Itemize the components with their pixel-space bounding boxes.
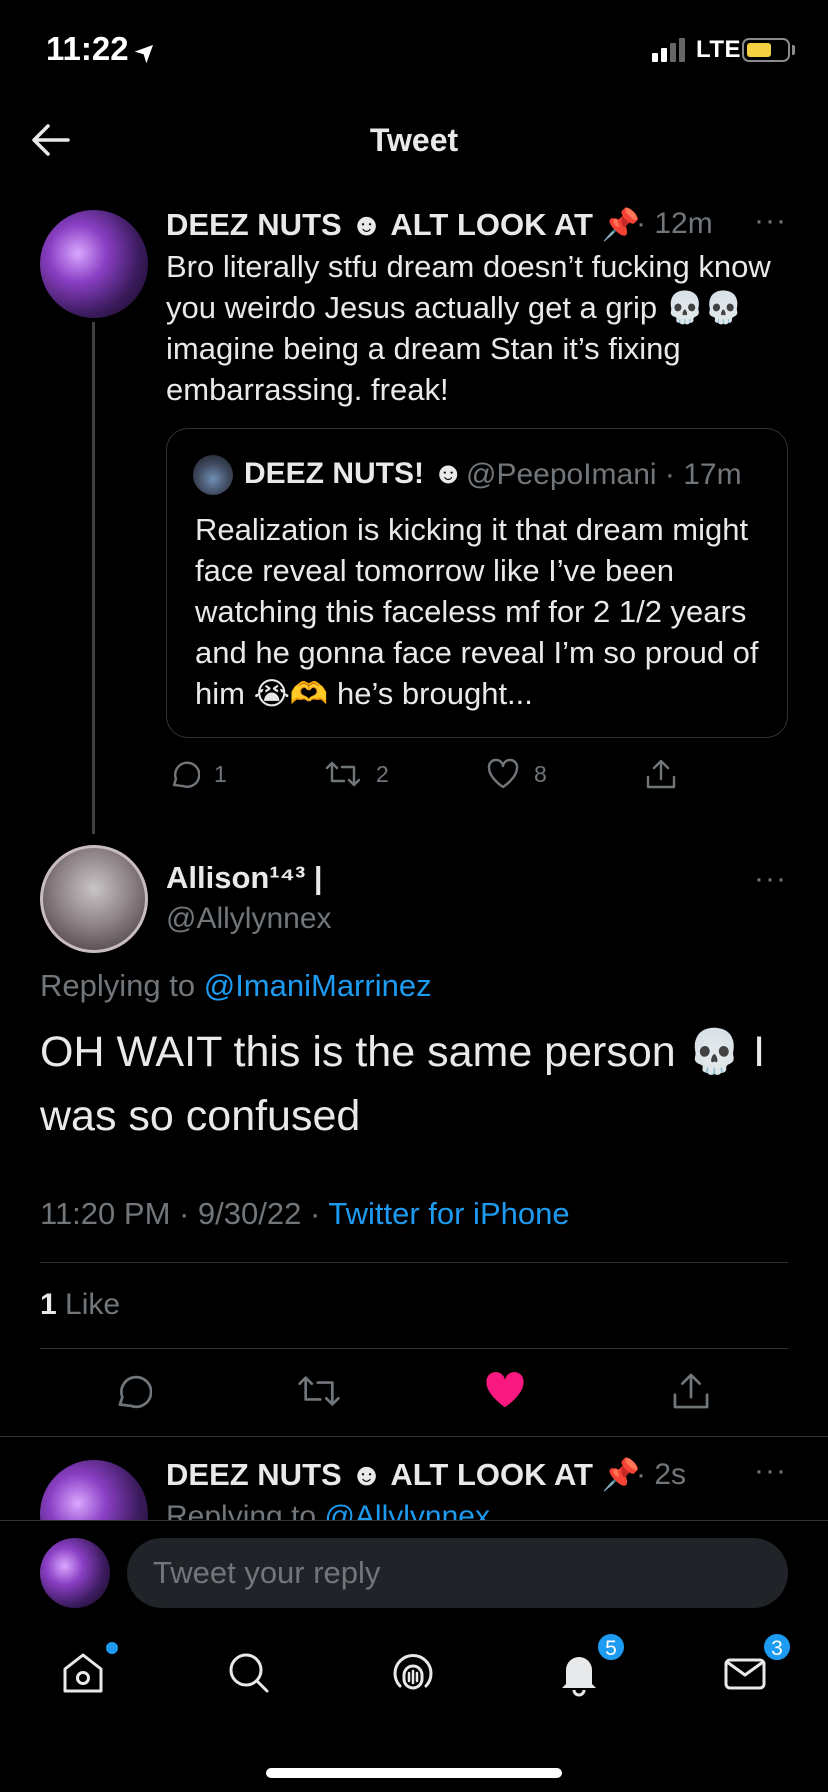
notifications-badge: 5 [596,1632,626,1662]
like-button[interactable]: 8 [486,752,547,796]
share-icon [646,759,676,789]
retweet-icon [325,761,361,787]
messages-badge: 3 [762,1632,792,1662]
source-link[interactable]: Twitter for iPhone [328,1196,569,1231]
reply-icon[interactable] [110,1370,160,1420]
author-handle[interactable]: @Allylynnex [166,902,332,936]
replying-prefix: Replying to [166,1500,317,1520]
more-icon[interactable]: ··· [754,204,787,238]
clock-text: 11:22 [46,30,129,67]
retweet-icon[interactable] [296,1370,346,1420]
author-name[interactable]: Allison¹⁴³ | [166,860,323,896]
notifications-icon[interactable]: 5 [554,1632,626,1704]
tweet-text: Bro literally stfu dream doesn’t fucking… [166,249,771,407]
tweet-actions: 1 2 8 [166,752,726,796]
retweet-button[interactable]: 2 [324,752,389,796]
home-icon[interactable] [58,1642,118,1704]
share-button[interactable] [644,752,678,796]
reply-button[interactable]: 1 [166,752,227,796]
home-indicator[interactable] [266,1768,562,1778]
tweet-time: · 2s [636,1458,687,1491]
tab-bar: 5 3 [0,1618,828,1792]
likes-label: Like [56,1288,121,1321]
reply-icon [172,761,200,788]
tweet-time: · 12m [636,207,713,240]
author-name[interactable]: DEEZ NUTS ☻ ALT LOOK AT 📌 [166,206,640,243]
quote-avatar [193,455,233,495]
battery-nub [792,45,795,55]
spaces-icon[interactable] [388,1648,444,1704]
replying-to: Replying to @ImaniMarrinez [40,968,432,1004]
quote-text: Realization is kicking it that dream mig… [195,512,759,711]
header: Tweet [0,100,828,180]
reply-input[interactable]: Tweet your reply [127,1538,788,1608]
home-notification-dot [106,1642,118,1654]
signal-icon [652,38,688,62]
divider [0,1436,828,1437]
like-count: 8 [534,760,547,787]
location-arrow-icon: ➤ [126,32,164,70]
network-label: LTE [696,36,742,63]
liked-heart-icon[interactable] [484,1370,534,1420]
tweet-text: OH WAIT this is the same person 💀 I was … [40,1028,766,1140]
divider [0,1520,828,1521]
divider [40,1348,788,1349]
messages-icon[interactable]: 3 [720,1632,792,1704]
quote-author-name: DEEZ NUTS! ☻ [244,457,464,490]
more-icon[interactable]: ··· [754,1454,787,1488]
author-name[interactable]: DEEZ NUTS ☻ ALT LOOK AT 📌 [166,1456,640,1493]
battery-icon [742,38,790,62]
share-icon[interactable] [670,1370,720,1420]
quote-handle-time: @PeepoImani · 17m [466,458,742,491]
replying-to: Replying to @Allylynnex [166,1500,490,1520]
reply-count: 1 [214,760,227,787]
avatar[interactable] [40,845,148,953]
heart-icon [487,758,519,789]
status-bar: 11:22➤ LTE [0,0,828,100]
quoted-tweet[interactable]: DEEZ NUTS! ☻ @PeepoImani · 17m Realizati… [166,428,788,738]
page-title: Tweet [369,122,459,158]
main-tweet-actions [0,1370,828,1420]
replying-handle-link[interactable]: @Allylynnex [324,1500,490,1520]
timestamp-text: 11:20 PM · 9/30/22 · [40,1196,329,1231]
avatar [40,1538,110,1608]
replying-handle-link[interactable]: @ImaniMarrinez [204,968,432,1003]
status-time: 11:22➤ [46,30,163,69]
thread-connector [92,322,95,834]
retweet-count: 2 [376,760,389,787]
more-icon[interactable]: ··· [754,862,787,896]
tweet-timestamp: 11:20 PM · 9/30/22 · Twitter for iPhone [40,1196,570,1232]
likes-number: 1 [40,1288,57,1321]
likes-summary[interactable]: 1 Like [40,1288,120,1322]
search-icon[interactable] [224,1648,280,1704]
replying-prefix: Replying to [40,968,196,1003]
avatar[interactable] [40,210,148,318]
divider [40,1262,788,1263]
reply-composer: Tweet your reply [0,1520,828,1618]
